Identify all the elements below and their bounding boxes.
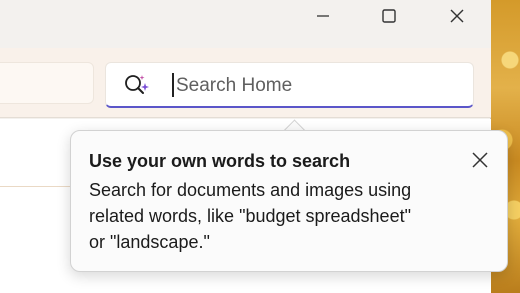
search-input[interactable]: Search Home	[105, 62, 474, 108]
teaching-tip: Use your own words to search Search for …	[70, 130, 508, 272]
teaching-tip-close-button[interactable]	[467, 147, 493, 173]
text-caret	[172, 73, 174, 97]
maximize-button[interactable]	[366, 0, 412, 32]
close-icon	[472, 152, 488, 168]
minimize-button[interactable]	[300, 0, 346, 32]
search-placeholder: Search Home	[176, 75, 293, 96]
sparkle-search-icon	[125, 75, 149, 94]
toolbar: Search Home	[0, 48, 491, 118]
content-divider	[0, 186, 80, 187]
close-window-button[interactable]	[434, 0, 480, 32]
teaching-tip-body-line: or "landscape."	[89, 232, 210, 252]
teaching-tip-title: Use your own words to search	[89, 151, 351, 171]
title-bar	[0, 0, 491, 48]
teaching-tip-body-line: related words, like "budget spreadsheet"	[89, 206, 411, 226]
teaching-tip-body: Search for documents and images using re…	[89, 177, 479, 255]
maximize-icon	[382, 9, 396, 23]
address-bar[interactable]	[0, 62, 94, 104]
teaching-tip-body-line: Search for documents and images using	[89, 180, 412, 200]
close-icon	[450, 9, 464, 23]
minimize-icon	[317, 15, 329, 17]
